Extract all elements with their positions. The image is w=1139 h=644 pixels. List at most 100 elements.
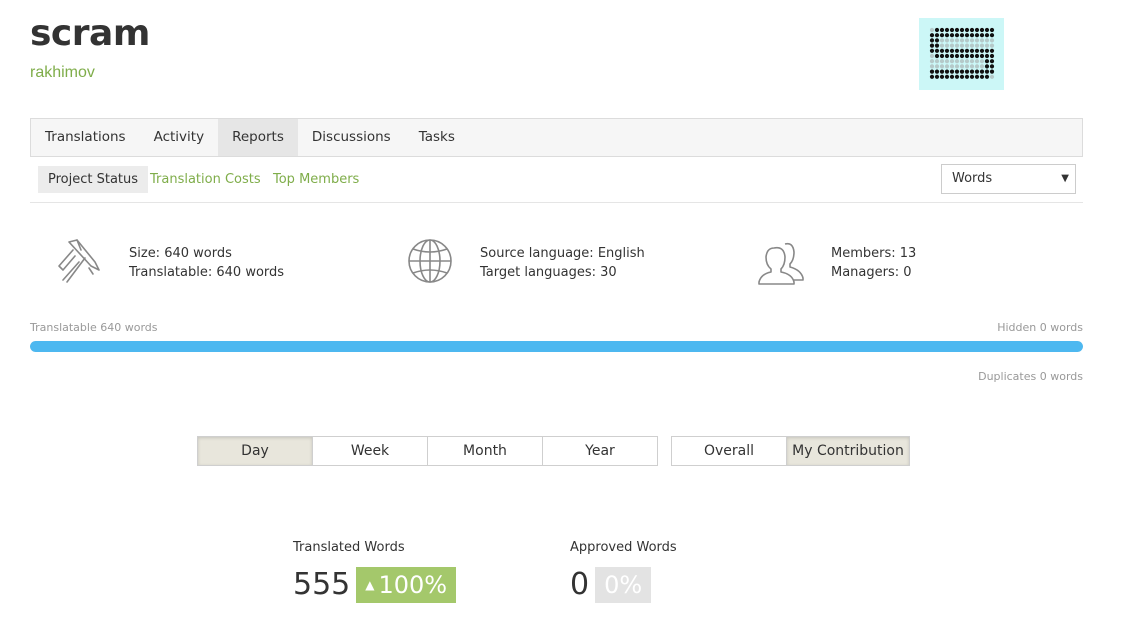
logo-dot [989, 59, 994, 64]
logo-dot [929, 27, 934, 33]
project-header: scram rakhimov [30, 14, 150, 82]
logo-dot [974, 59, 979, 64]
logo-dot [944, 27, 949, 33]
logo-dot [969, 64, 974, 69]
project-logo [919, 18, 1004, 90]
size-value: Size: 640 words [129, 246, 232, 261]
logo-dot [929, 48, 934, 53]
logo-dot [929, 43, 934, 48]
logo-dot [984, 69, 989, 74]
period-day-button[interactable]: Day [197, 436, 313, 466]
logo-dot [974, 43, 979, 48]
tab-reports[interactable]: Reports [218, 119, 298, 156]
logo-dot [939, 64, 944, 69]
logo-dot [969, 48, 974, 53]
logo-dot [934, 33, 939, 38]
logo-dot [979, 53, 984, 59]
logo-dot [949, 74, 954, 79]
globe-icon [408, 239, 452, 283]
users-icon [758, 242, 804, 285]
tab-discussions[interactable]: Discussions [298, 119, 405, 156]
logo-dot [934, 69, 939, 74]
logo-dot [959, 59, 964, 64]
logo-dot [954, 48, 959, 53]
project-title: scram [30, 13, 150, 54]
logo-dot [989, 43, 994, 48]
logo-dot [949, 53, 954, 59]
logo-dot [954, 33, 959, 38]
logo-dot [964, 43, 969, 48]
logo-dot [989, 53, 994, 59]
logo-dot [929, 33, 934, 38]
logo-dot [934, 38, 939, 43]
chevron-down-icon: ▼ [1061, 173, 1069, 184]
logo-dot [959, 74, 964, 79]
logo-dot [969, 27, 974, 33]
logo-dot [989, 74, 994, 79]
logo-dot [934, 74, 939, 79]
logo-dot [969, 38, 974, 43]
subtab-translation-costs[interactable]: Translation Costs [140, 166, 271, 193]
hidden-label: Hidden 0 words [997, 321, 1083, 334]
logo-dot [979, 33, 984, 38]
managers-count: Managers: 0 [831, 265, 912, 280]
translated-percent: 100% [378, 571, 448, 599]
translated-percent-badge: ▲ 100% [356, 567, 457, 603]
translated-words-label: Translated Words [293, 540, 405, 555]
approved-words-metric: Approved Words 0 0% [570, 540, 677, 603]
subtab-project-status[interactable]: Project Status [38, 166, 149, 193]
tab-translations[interactable]: Translations [31, 119, 140, 156]
logo-dot [979, 74, 984, 79]
logo-dot [944, 64, 949, 69]
logo-dot [989, 64, 994, 69]
period-selector: Day Week Month Year [197, 436, 658, 466]
logo-dot [939, 33, 944, 38]
tab-tasks[interactable]: Tasks [405, 119, 469, 156]
period-week-button[interactable]: Week [312, 436, 428, 466]
logo-dot [934, 64, 939, 69]
approved-words-value: 0 [570, 567, 590, 602]
members-stat-text: Members: 13 Managers: 0 [831, 244, 916, 282]
logo-dot [939, 53, 944, 59]
unit-select[interactable]: Words ▼ [941, 164, 1076, 194]
logo-dot [969, 74, 974, 79]
logo-dot [944, 38, 949, 43]
logo-dot [959, 38, 964, 43]
project-owner-link[interactable]: rakhimov [30, 64, 150, 82]
logo-dot [964, 74, 969, 79]
subtab-top-members[interactable]: Top Members [263, 166, 369, 193]
scope-my-contribution-button[interactable]: My Contribution [786, 436, 910, 466]
logo-dot [984, 64, 989, 69]
logo-dot [934, 48, 939, 53]
logo-dot [964, 64, 969, 69]
scope-overall-button[interactable]: Overall [671, 436, 787, 466]
logo-dot [974, 74, 979, 79]
members-count: Members: 13 [831, 246, 917, 261]
logo-dot [979, 64, 984, 69]
logo-dot [944, 59, 949, 64]
source-language: Source language: English [480, 246, 645, 261]
report-subtabs: Project Status Translation Costs Top Mem… [30, 163, 1083, 203]
logo-dot [949, 43, 954, 48]
logo-dot [959, 33, 964, 38]
translatable-value: Translatable: 640 words [129, 265, 285, 280]
logo-dot [939, 74, 944, 79]
duplicates-label: Duplicates 0 words [978, 370, 1083, 383]
logo-dot [929, 69, 934, 74]
logo-dot [959, 27, 964, 33]
logo-dot [979, 59, 984, 64]
tab-activity[interactable]: Activity [140, 119, 219, 156]
logo-dot [979, 27, 984, 33]
approved-words-label: Approved Words [570, 540, 677, 555]
logo-dot [934, 27, 939, 33]
logo-dot [944, 33, 949, 38]
period-month-button[interactable]: Month [427, 436, 543, 466]
period-year-button[interactable]: Year [542, 436, 658, 466]
logo-dot [984, 53, 989, 59]
logo-dot [939, 38, 944, 43]
logo-dot [989, 48, 994, 53]
logo-dot [969, 53, 974, 59]
logo-dot [974, 38, 979, 43]
translatable-label: Translatable 640 words [30, 321, 158, 334]
logo-dot [929, 64, 934, 69]
